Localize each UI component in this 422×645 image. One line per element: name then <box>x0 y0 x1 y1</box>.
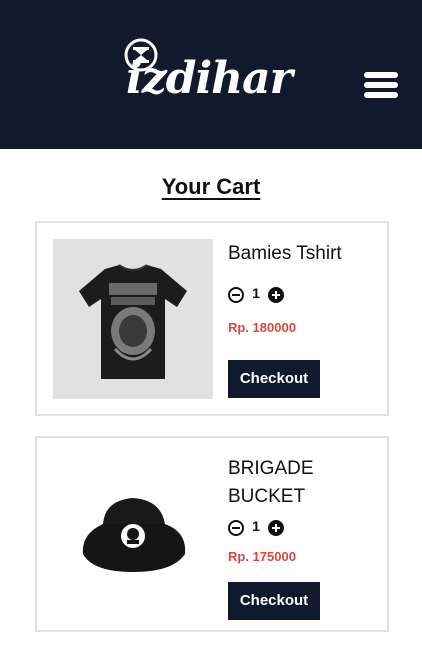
product-price: Rp. 175000 <box>228 549 296 564</box>
cart-item: BRIGADE BUCKET 1 Rp. 175000 Checkout <box>35 436 389 632</box>
checkout-button[interactable]: Checkout <box>228 582 320 620</box>
plus-circle-icon[interactable] <box>268 287 284 303</box>
checkout-button[interactable]: Checkout <box>228 360 320 398</box>
quantity-value: 1 <box>252 285 260 301</box>
quantity-stepper: 1 <box>228 285 298 305</box>
minus-circle-icon[interactable] <box>228 520 244 536</box>
plus-circle-icon[interactable] <box>268 520 284 536</box>
site-header: izdihar <box>0 0 422 149</box>
product-image-tshirt <box>53 239 213 399</box>
minus-circle-icon[interactable] <box>228 287 244 303</box>
quantity-stepper: 1 <box>228 518 298 538</box>
product-price: Rp. 180000 <box>228 320 296 335</box>
page-title: Your Cart <box>161 174 261 199</box>
brand-logo[interactable]: izdihar <box>124 38 304 104</box>
product-name: Bamies Tshirt <box>228 243 342 264</box>
product-image-bucket-hat <box>53 454 213 614</box>
brand-name: izdihar <box>126 53 293 104</box>
cart-item: Bamies Tshirt 1 Rp. 180000 Checkout <box>35 221 389 416</box>
hamburger-menu-icon[interactable] <box>364 72 398 98</box>
product-name: BRIGADE BUCKET <box>228 458 314 507</box>
quantity-value: 1 <box>252 518 260 534</box>
